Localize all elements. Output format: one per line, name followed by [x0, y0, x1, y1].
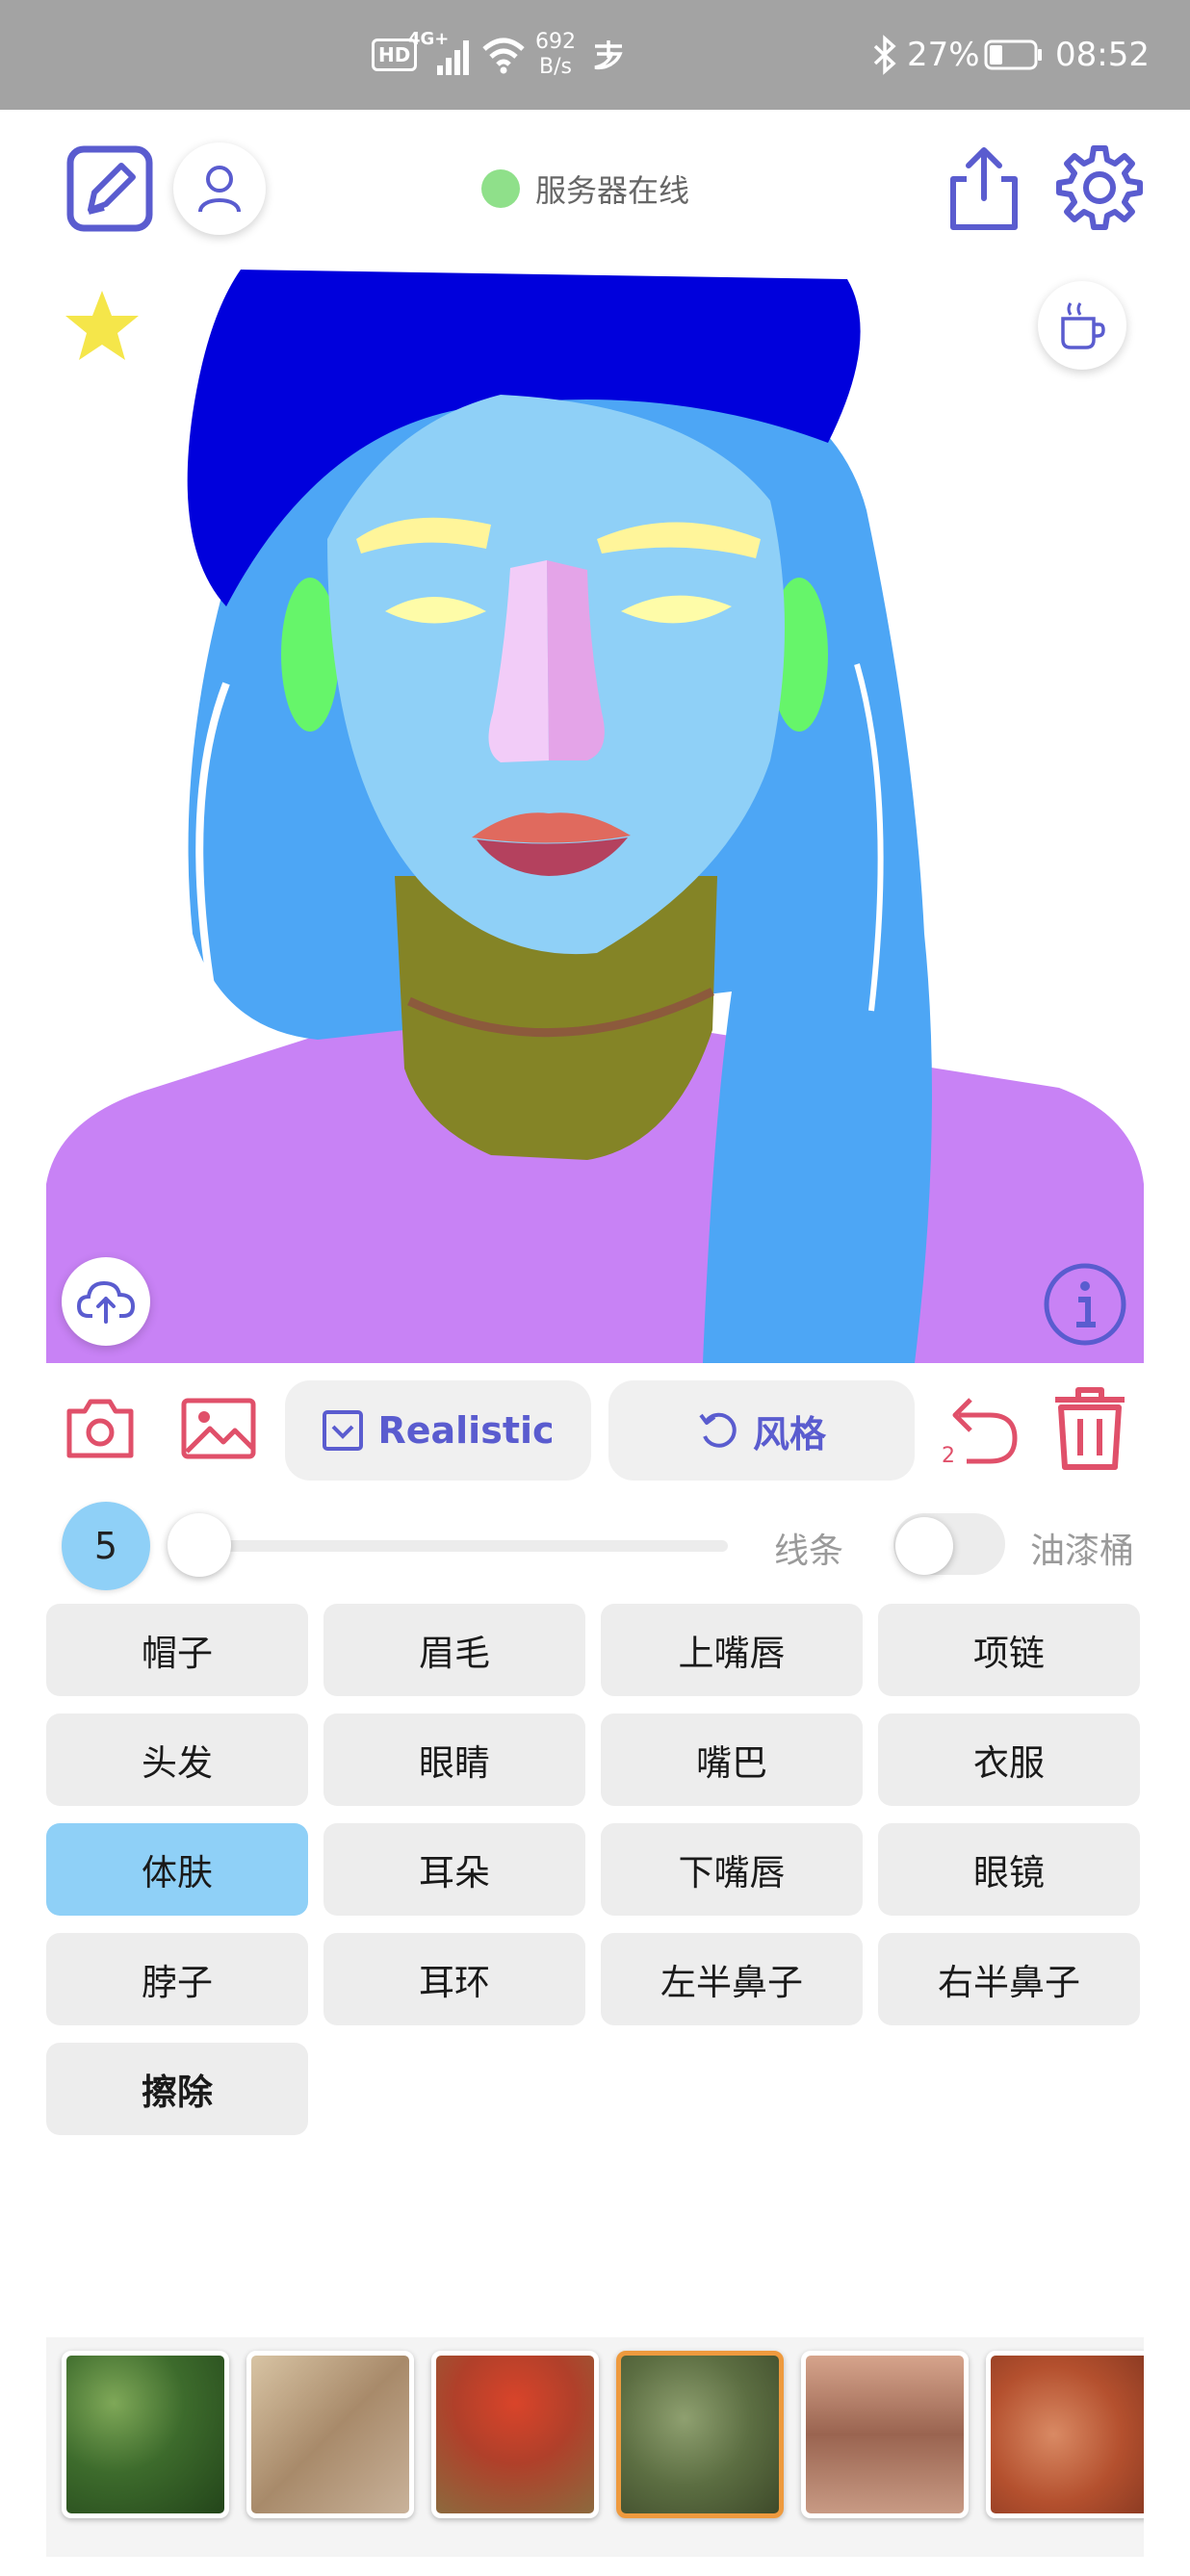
battery-icon [984, 0, 1044, 110]
part-button[interactable]: 脖子 [46, 1933, 308, 2025]
slider-thumb[interactable] [168, 1513, 231, 1577]
share-icon [950, 147, 1018, 230]
style-button[interactable]: 风格 [608, 1380, 915, 1481]
drawing-canvas[interactable] [0, 260, 1190, 1363]
texture-strip [46, 2337, 1144, 2557]
part-button[interactable]: 右半鼻子 [878, 1933, 1140, 2025]
line-mode-label: 线条 [774, 1532, 844, 1571]
part-button[interactable]: 下嘴唇 [601, 1823, 863, 1916]
bluetooth-icon [872, 0, 897, 110]
clear-button[interactable] [1051, 1386, 1128, 1475]
part-button[interactable]: 眼镜 [878, 1823, 1140, 1916]
texture-thumbnail[interactable] [246, 2351, 414, 2518]
part-button[interactable]: 上嘴唇 [601, 1604, 863, 1696]
undo-button[interactable]: 2 [938, 1390, 1022, 1468]
model-label: Realistic [377, 1409, 555, 1452]
part-button[interactable]: 头发 [46, 1713, 308, 1806]
texture-thumbnail[interactable] [431, 2351, 599, 2518]
camera-icon [66, 1399, 134, 1458]
erase-button[interactable]: 擦除 [46, 2043, 308, 2135]
part-button[interactable]: 左半鼻子 [601, 1933, 863, 2025]
part-button[interactable]: 耳环 [323, 1933, 585, 2025]
battery-percent: 27% [907, 36, 980, 74]
style-label: 风格 [752, 1412, 826, 1455]
toggle-thumb[interactable] [895, 1517, 953, 1575]
portrait-drawing [46, 270, 1144, 1363]
alipay-icon [591, 0, 626, 110]
edit-icon [66, 145, 153, 232]
wifi-icon [481, 0, 526, 110]
part-button[interactable]: 耳朵 [323, 1823, 585, 1916]
gallery-button[interactable] [181, 1398, 256, 1463]
undo-count: 2 [942, 1444, 955, 1468]
part-button[interactable]: 体肤 [46, 1823, 308, 1916]
profile-button[interactable] [173, 142, 266, 235]
part-button[interactable]: 嘴巴 [601, 1713, 863, 1806]
bucket-mode-label: 油漆桶 [1030, 1532, 1135, 1571]
status-bar: HD 4G+ 692 B/s 27% 08:52 [0, 0, 1190, 110]
texture-thumbnail[interactable] [62, 2351, 229, 2518]
info-icon [1044, 1263, 1126, 1346]
server-status: 服务器在线 [481, 164, 689, 214]
star-icon [65, 291, 139, 360]
model-select-button[interactable]: Realistic [285, 1380, 591, 1481]
clock: 08:52 [1055, 36, 1150, 74]
part-button[interactable]: 衣服 [878, 1713, 1140, 1806]
dropdown-box-icon [323, 1410, 364, 1451]
settings-button[interactable] [1055, 142, 1144, 235]
part-button[interactable]: 眼睛 [323, 1713, 585, 1806]
brush-size-slider[interactable] [193, 1540, 728, 1552]
brush-size-badge: 5 [62, 1502, 150, 1590]
refresh-icon [699, 1412, 737, 1448]
gear-icon [1056, 145, 1143, 230]
net-speed: 692 B/s [535, 30, 576, 79]
coffee-cup-icon [1061, 302, 1105, 349]
user-icon [198, 166, 241, 213]
image-icon [181, 1398, 256, 1459]
coffee-button[interactable] [1038, 281, 1126, 370]
status-dot [481, 169, 520, 208]
texture-thumbnail[interactable] [986, 2351, 1144, 2518]
texture-thumbnail[interactable] [616, 2351, 784, 2518]
upload-button[interactable] [62, 1257, 150, 1346]
trash-icon [1055, 1387, 1125, 1470]
part-button[interactable]: 帽子 [46, 1604, 308, 1696]
server-status-label: 服务器在线 [535, 172, 690, 209]
camera-button[interactable] [65, 1398, 135, 1463]
draw-mode-button[interactable] [65, 144, 154, 237]
signal-icon: 4G+ [408, 0, 474, 110]
favorite-button[interactable] [64, 289, 141, 366]
part-button[interactable]: 眉毛 [323, 1604, 585, 1696]
share-button[interactable] [945, 144, 1022, 237]
cloud-upload-icon [77, 1280, 135, 1324]
part-button[interactable]: 项链 [878, 1604, 1140, 1696]
texture-thumbnail[interactable] [801, 2351, 969, 2518]
info-button[interactable] [1042, 1261, 1128, 1352]
